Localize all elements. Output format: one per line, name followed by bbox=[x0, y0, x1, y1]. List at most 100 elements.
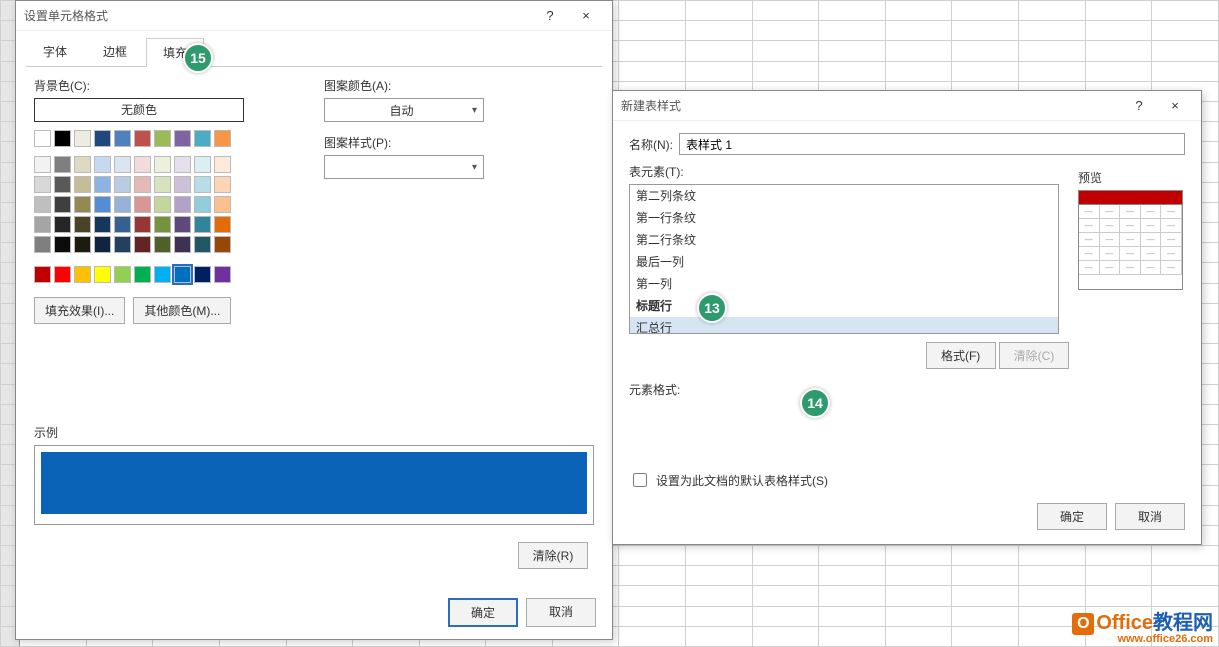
color-swatch[interactable] bbox=[174, 216, 191, 233]
color-swatch[interactable] bbox=[174, 176, 191, 193]
ok-button[interactable]: 确定 bbox=[1037, 503, 1107, 530]
color-swatch[interactable] bbox=[34, 176, 51, 193]
color-swatch[interactable] bbox=[154, 156, 171, 173]
default-style-checkbox[interactable]: 设置为此文档的默认表格样式(S) bbox=[629, 470, 828, 490]
color-swatch[interactable] bbox=[174, 130, 191, 147]
close-button[interactable]: × bbox=[1157, 94, 1193, 118]
color-swatch[interactable] bbox=[114, 156, 131, 173]
name-input[interactable] bbox=[679, 133, 1185, 155]
list-item[interactable]: 汇总行 bbox=[630, 317, 1058, 334]
list-item[interactable]: 最后一列 bbox=[630, 251, 1058, 273]
help-button[interactable]: ? bbox=[1121, 94, 1157, 118]
more-colors-button[interactable]: 其他颜色(M)... bbox=[133, 297, 231, 324]
color-swatch[interactable] bbox=[154, 216, 171, 233]
color-swatch[interactable] bbox=[34, 216, 51, 233]
cancel-button[interactable]: 取消 bbox=[1115, 503, 1185, 530]
color-swatch[interactable] bbox=[214, 130, 231, 147]
color-swatch[interactable] bbox=[194, 266, 211, 283]
color-swatch[interactable] bbox=[174, 156, 191, 173]
color-swatch[interactable] bbox=[134, 216, 151, 233]
color-swatch[interactable] bbox=[34, 266, 51, 283]
pattern-color-select[interactable]: 自动 ▾ bbox=[324, 98, 484, 122]
default-style-checkbox-input[interactable] bbox=[633, 473, 647, 487]
color-swatch[interactable] bbox=[74, 176, 91, 193]
color-swatch[interactable] bbox=[54, 266, 71, 283]
list-item[interactable]: 第一列 bbox=[630, 273, 1058, 295]
color-swatch[interactable] bbox=[34, 156, 51, 173]
color-swatch[interactable] bbox=[94, 156, 111, 173]
clear-button[interactable]: 清除(R) bbox=[518, 542, 588, 569]
color-swatch[interactable] bbox=[74, 216, 91, 233]
elements-listbox[interactable]: 第二列条纹第一行条纹第二行条纹最后一列第一列标题行汇总行第一个标题单元格最后一个… bbox=[629, 184, 1059, 334]
tab-border[interactable]: 边框 bbox=[86, 37, 144, 66]
color-swatch[interactable] bbox=[214, 236, 231, 253]
color-swatch[interactable] bbox=[174, 236, 191, 253]
color-swatch[interactable] bbox=[114, 236, 131, 253]
color-swatch[interactable] bbox=[174, 266, 191, 283]
color-swatch[interactable] bbox=[154, 196, 171, 213]
color-swatch[interactable] bbox=[94, 176, 111, 193]
color-swatch[interactable] bbox=[154, 176, 171, 193]
color-swatch[interactable] bbox=[114, 176, 131, 193]
color-swatch[interactable] bbox=[154, 266, 171, 283]
format-cells-dialog: 设置单元格格式 ? × 字体 边框 填充 背景色(C): 无颜色 填充效果(I)… bbox=[15, 0, 613, 640]
color-swatch[interactable] bbox=[54, 130, 71, 147]
color-swatch[interactable] bbox=[54, 236, 71, 253]
color-swatch[interactable] bbox=[114, 196, 131, 213]
color-swatch[interactable] bbox=[114, 266, 131, 283]
list-item[interactable]: 第一行条纹 bbox=[630, 207, 1058, 229]
color-swatch[interactable] bbox=[194, 156, 211, 173]
color-swatch[interactable] bbox=[214, 176, 231, 193]
color-swatch[interactable] bbox=[174, 196, 191, 213]
cancel-button[interactable]: 取消 bbox=[526, 598, 596, 627]
color-swatch[interactable] bbox=[134, 196, 151, 213]
color-swatch[interactable] bbox=[194, 176, 211, 193]
color-swatch[interactable] bbox=[74, 266, 91, 283]
color-swatch[interactable] bbox=[214, 156, 231, 173]
color-swatch[interactable] bbox=[134, 176, 151, 193]
list-item[interactable]: 第二行条纹 bbox=[630, 229, 1058, 251]
color-swatch[interactable] bbox=[214, 216, 231, 233]
color-swatch[interactable] bbox=[94, 196, 111, 213]
color-swatch[interactable] bbox=[74, 130, 91, 147]
list-item[interactable]: 第二列条纹 bbox=[630, 185, 1058, 207]
color-swatch[interactable] bbox=[94, 266, 111, 283]
color-swatch[interactable] bbox=[54, 216, 71, 233]
list-item[interactable]: 标题行 bbox=[630, 295, 1058, 317]
color-swatch[interactable] bbox=[154, 130, 171, 147]
color-swatch[interactable] bbox=[194, 216, 211, 233]
color-swatch[interactable] bbox=[134, 130, 151, 147]
clear-element-button[interactable]: 清除(C) bbox=[999, 342, 1069, 369]
color-swatch[interactable] bbox=[54, 156, 71, 173]
color-swatch[interactable] bbox=[134, 236, 151, 253]
no-color-button[interactable]: 无颜色 bbox=[34, 98, 244, 122]
color-swatch[interactable] bbox=[54, 176, 71, 193]
color-swatch[interactable] bbox=[214, 266, 231, 283]
color-swatch[interactable] bbox=[194, 130, 211, 147]
color-swatch[interactable] bbox=[34, 236, 51, 253]
color-swatch[interactable] bbox=[74, 156, 91, 173]
color-swatch[interactable] bbox=[134, 266, 151, 283]
color-swatch[interactable] bbox=[114, 130, 131, 147]
color-swatch[interactable] bbox=[154, 236, 171, 253]
ok-button[interactable]: 确定 bbox=[448, 598, 518, 627]
color-swatch[interactable] bbox=[74, 196, 91, 213]
color-swatch[interactable] bbox=[94, 236, 111, 253]
color-swatch[interactable] bbox=[54, 196, 71, 213]
pattern-style-select[interactable]: ▾ bbox=[324, 155, 484, 179]
color-swatch[interactable] bbox=[194, 196, 211, 213]
format-button[interactable]: 格式(F) bbox=[926, 342, 996, 369]
color-swatch[interactable] bbox=[34, 130, 51, 147]
color-swatch[interactable] bbox=[194, 236, 211, 253]
help-button[interactable]: ? bbox=[532, 4, 568, 28]
close-button[interactable]: × bbox=[568, 4, 604, 28]
color-swatch[interactable] bbox=[134, 156, 151, 173]
color-swatch[interactable] bbox=[114, 216, 131, 233]
color-swatch[interactable] bbox=[214, 196, 231, 213]
color-swatch[interactable] bbox=[34, 196, 51, 213]
color-swatch[interactable] bbox=[74, 236, 91, 253]
fill-effects-button[interactable]: 填充效果(I)... bbox=[34, 297, 125, 324]
tab-font[interactable]: 字体 bbox=[26, 37, 84, 66]
color-swatch[interactable] bbox=[94, 216, 111, 233]
color-swatch[interactable] bbox=[94, 130, 111, 147]
